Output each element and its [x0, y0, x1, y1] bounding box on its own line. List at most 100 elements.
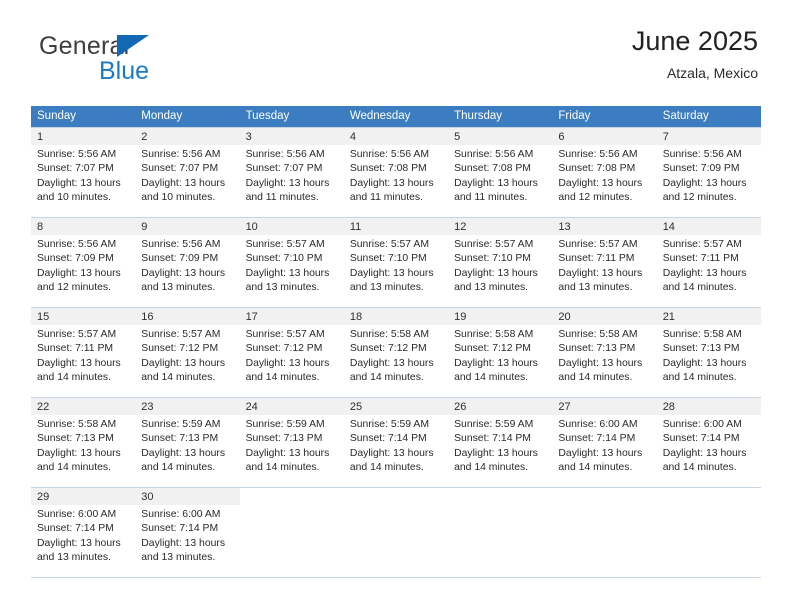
day-details: Sunrise: 6:00 AM Sunset: 7:14 PM Daylight:…	[135, 505, 239, 566]
day-detail-line: Sunrise: 6:00 AM	[141, 509, 221, 520]
day-detail-line: Sunrise: 5:57 AM	[558, 239, 638, 250]
logo-text-blue: Blue	[99, 57, 150, 85]
calendar-day-cell[interactable]: 12 Sunrise: 5:57 AM Sunset: 7:10 PM Dayligh…	[448, 217, 553, 308]
day-number: 5	[448, 128, 553, 145]
day-detail-line: Daylight: 13 hours	[245, 357, 330, 369]
day-detail-line: and 14 minutes.	[349, 462, 424, 474]
day-detail-line: Daylight: 13 hours	[37, 267, 121, 279]
day-detail-line: Sunset: 7:14 PM	[662, 433, 740, 445]
day-details: Sunrise: 5:57 AM Sunset: 7:11 PM Daylight:…	[657, 235, 761, 296]
day-detail-line: and 14 minutes.	[662, 372, 737, 384]
day-detail-line: Sunrise: 5:57 AM	[245, 329, 325, 340]
day-detail-line: Daylight: 13 hours	[37, 357, 121, 369]
day-detail-line: Sunset: 7:10 PM	[454, 253, 531, 265]
calendar-day-cell[interactable]: 13 Sunrise: 5:57 AM Sunset: 7:11 PM Dayligh…	[552, 217, 657, 308]
calendar-day-cell[interactable]: 8 Sunrise: 5:56 AM Sunset: 7:09 PM Daylight…	[31, 217, 136, 308]
day-details: Sunrise: 5:58 AM Sunset: 7:13 PM Daylight:…	[657, 325, 761, 386]
general-blue-logo[interactable]: General Blue	[39, 32, 259, 92]
day-detail-line: Sunset: 7:13 PM	[245, 433, 323, 445]
day-detail-line: Sunset: 7:12 PM	[349, 343, 427, 355]
calendar-day-cell[interactable]: 5 Sunrise: 5:56 AM Sunset: 7:08 PM Daylight…	[448, 127, 553, 218]
day-details: Sunrise: 5:57 AM Sunset: 7:10 PM Daylight:…	[448, 235, 552, 296]
day-detail-line: Sunset: 7:14 PM	[558, 433, 636, 445]
day-detail-line: Daylight: 13 hours	[141, 447, 226, 459]
day-details	[448, 505, 552, 508]
calendar-day-cell[interactable]: 1 Sunrise: 5:56 AM Sunset: 7:07 PM Daylight…	[31, 127, 136, 218]
calendar-day-cell[interactable]: 15 Sunrise: 5:57 AM Sunset: 7:11 PM Dayligh…	[31, 307, 136, 398]
calendar-day-cell[interactable]: 22 Sunrise: 5:58 AM Sunset: 7:13 PM Dayligh…	[31, 397, 136, 488]
calendar-day-cell[interactable]: 3 Sunrise: 5:56 AM Sunset: 7:07 PM Daylight…	[239, 127, 344, 218]
day-detail-line: and 11 minutes.	[349, 192, 424, 204]
day-detail-line: Daylight: 13 hours	[245, 267, 330, 279]
day-detail-line: Sunrise: 5:56 AM	[454, 149, 534, 160]
calendar-day-cell[interactable]: 29 Sunrise: 6:00 AM Sunset: 7:14 PM Dayligh…	[31, 487, 136, 578]
day-number: 6	[552, 128, 657, 145]
calendar-day-cell[interactable]: 11 Sunrise: 5:57 AM Sunset: 7:10 PM Dayligh…	[343, 217, 449, 308]
weekday-header-thursday: Thursday	[448, 106, 553, 128]
day-detail-line: Daylight: 13 hours	[454, 357, 538, 369]
day-detail-line: Sunrise: 5:56 AM	[662, 149, 742, 160]
day-number: 10	[239, 218, 344, 235]
day-detail-line: and 14 minutes.	[662, 462, 737, 474]
day-detail-line: and 14 minutes.	[141, 372, 216, 384]
calendar-day-cell[interactable]: 28 Sunrise: 6:00 AM Sunset: 7:14 PM Dayligh…	[656, 397, 761, 488]
day-number: 18	[343, 308, 449, 325]
day-detail-line: Daylight: 13 hours	[454, 447, 538, 459]
calendar-day-cell[interactable]: 9 Sunrise: 5:56 AM Sunset: 7:09 PM Daylight…	[135, 217, 240, 308]
day-details	[240, 505, 344, 508]
calendar-day-cell[interactable]: 10 Sunrise: 5:57 AM Sunset: 7:10 PM Dayligh…	[239, 217, 344, 308]
calendar-day-cell[interactable]: 7 Sunrise: 5:56 AM Sunset: 7:09 PM Daylight…	[656, 127, 761, 218]
calendar-day-cell[interactable]: 2 Sunrise: 5:56 AM Sunset: 7:07 PM Daylight…	[135, 127, 240, 218]
calendar-day-cell[interactable]: 30 Sunrise: 6:00 AM Sunset: 7:14 PM Dayligh…	[135, 487, 240, 578]
calendar-body: 1 Sunrise: 5:56 AM Sunset: 7:07 PM Daylight…	[31, 127, 761, 578]
day-details: Sunrise: 5:56 AM Sunset: 7:09 PM Daylight:…	[135, 235, 239, 296]
day-detail-line: Sunset: 7:14 PM	[37, 523, 114, 535]
page-title: June 2025	[631, 26, 758, 56]
day-detail-line: and 14 minutes.	[141, 462, 216, 474]
day-number: 17	[239, 308, 344, 325]
day-detail-line: and 13 minutes.	[141, 552, 216, 564]
day-number: 26	[448, 398, 553, 415]
day-detail-line: and 11 minutes.	[245, 192, 319, 204]
blue-triangle-logo-icon	[117, 35, 149, 57]
day-detail-line: Sunrise: 5:56 AM	[245, 149, 325, 160]
calendar-day-cell[interactable]: 6 Sunrise: 5:56 AM Sunset: 7:08 PM Daylight…	[552, 127, 657, 218]
calendar-week-row: 8 Sunrise: 5:56 AM Sunset: 7:09 PM Daylight…	[31, 217, 761, 308]
day-detail-line: and 13 minutes.	[558, 282, 633, 294]
calendar-day-cell[interactable]: 25 Sunrise: 5:59 AM Sunset: 7:14 PM Dayligh…	[343, 397, 449, 488]
page-subtitle: Atzala, Mexico	[666, 65, 758, 81]
day-detail-line: Sunrise: 5:59 AM	[141, 419, 221, 430]
day-detail-line: Sunset: 7:13 PM	[37, 433, 114, 445]
calendar-day-cell[interactable]: 24 Sunrise: 5:59 AM Sunset: 7:13 PM Dayligh…	[239, 397, 344, 488]
calendar-day-cell-empty	[239, 487, 344, 578]
day-detail-line: Sunrise: 5:58 AM	[662, 329, 742, 340]
day-details	[657, 505, 761, 508]
day-detail-line: Daylight: 13 hours	[37, 177, 121, 189]
calendar-day-cell[interactable]: 19 Sunrise: 5:58 AM Sunset: 7:12 PM Dayligh…	[448, 307, 553, 398]
calendar-day-cell[interactable]: 16 Sunrise: 5:57 AM Sunset: 7:12 PM Dayligh…	[135, 307, 240, 398]
day-detail-line: Sunset: 7:09 PM	[37, 253, 114, 265]
calendar-day-cell[interactable]: 26 Sunrise: 5:59 AM Sunset: 7:14 PM Dayligh…	[448, 397, 553, 488]
calendar-day-cell[interactable]: 21 Sunrise: 5:58 AM Sunset: 7:13 PM Dayligh…	[656, 307, 761, 398]
calendar-day-cell[interactable]: 27 Sunrise: 6:00 AM Sunset: 7:14 PM Dayligh…	[552, 397, 657, 488]
day-details: Sunrise: 5:56 AM Sunset: 7:09 PM Daylight:…	[31, 235, 135, 296]
day-detail-line: Sunrise: 6:00 AM	[37, 509, 117, 520]
day-details: Sunrise: 5:56 AM Sunset: 7:08 PM Daylight:…	[344, 145, 448, 206]
day-number: 15	[31, 308, 136, 325]
day-detail-line: Daylight: 13 hours	[662, 357, 747, 369]
day-number	[657, 488, 761, 505]
calendar-day-cell-empty	[656, 487, 761, 578]
calendar-day-cell[interactable]: 17 Sunrise: 5:57 AM Sunset: 7:12 PM Dayligh…	[239, 307, 344, 398]
day-details: Sunrise: 5:57 AM Sunset: 7:11 PM Daylight:…	[552, 235, 656, 296]
calendar-day-cell[interactable]: 20 Sunrise: 5:58 AM Sunset: 7:13 PM Dayligh…	[552, 307, 657, 398]
calendar-day-cell[interactable]: 23 Sunrise: 5:59 AM Sunset: 7:13 PM Dayligh…	[135, 397, 240, 488]
calendar-day-cell[interactable]: 4 Sunrise: 5:56 AM Sunset: 7:08 PM Daylight…	[343, 127, 449, 218]
calendar-day-cell[interactable]: 14 Sunrise: 5:57 AM Sunset: 7:11 PM Dayligh…	[656, 217, 761, 308]
calendar-week-row: 15 Sunrise: 5:57 AM Sunset: 7:11 PM Dayligh…	[31, 307, 761, 398]
calendar-day-cell[interactable]: 18 Sunrise: 5:58 AM Sunset: 7:12 PM Dayligh…	[343, 307, 449, 398]
day-detail-line: Daylight: 13 hours	[558, 177, 643, 189]
calendar-week-row: 22 Sunrise: 5:58 AM Sunset: 7:13 PM Dayligh…	[31, 397, 761, 488]
day-detail-line: Daylight: 13 hours	[662, 177, 747, 189]
day-detail-line: Daylight: 13 hours	[349, 447, 434, 459]
day-details: Sunrise: 5:56 AM Sunset: 7:08 PM Daylight:…	[448, 145, 552, 206]
